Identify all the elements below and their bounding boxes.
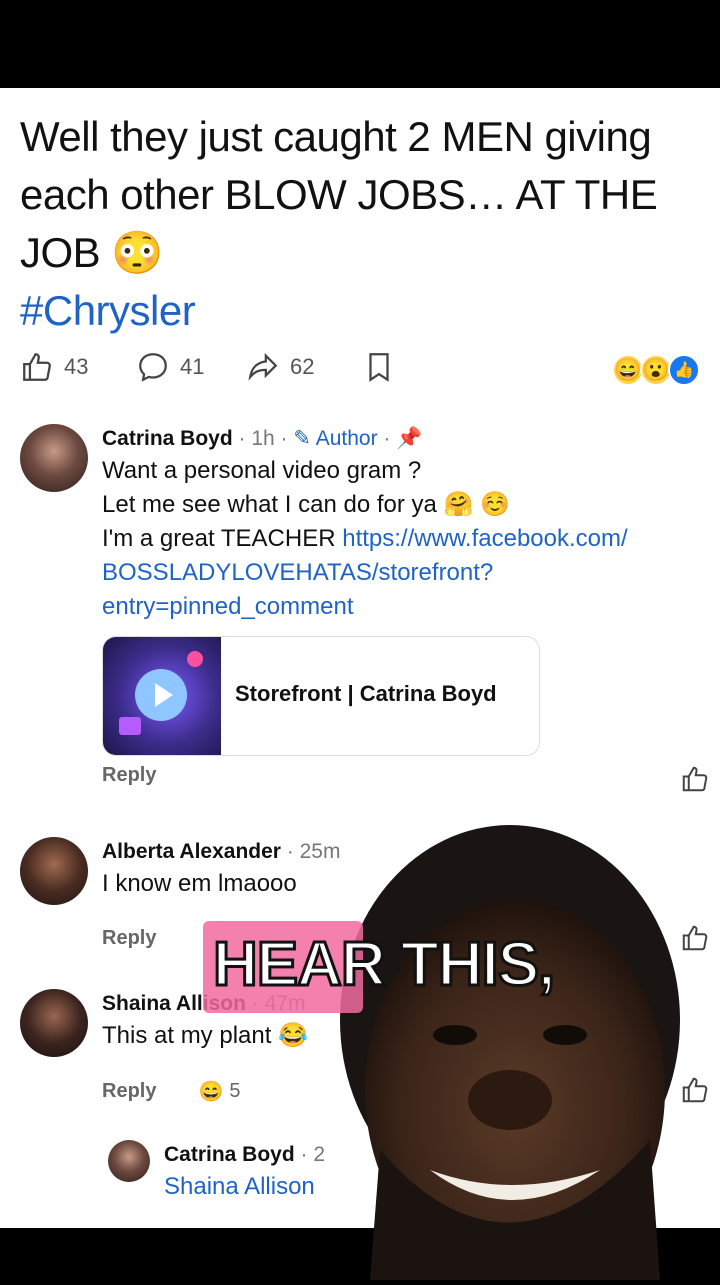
laugh-reaction-icon: 😄: [198, 1081, 224, 1103]
comment-icon: [139, 353, 167, 382]
comment-meta: Catrina Boyd · 1h · ✎ Author · 📌: [102, 427, 423, 450]
comment-time: 1h: [251, 427, 275, 450]
comment-footer: Reply 😄 5: [102, 1079, 241, 1104]
comment-button[interactable]: 41: [136, 350, 204, 384]
storefront-link[interactable]: https://www.facebook.com/: [342, 525, 627, 552]
avatar[interactable]: [20, 424, 88, 492]
reply-button[interactable]: Reply: [102, 927, 156, 950]
post-title: Well they just caught 2 MEN giving each …: [20, 108, 710, 340]
comment-line: Let me see what I can do for ya 🤗 ☺️: [102, 491, 510, 518]
top-black-bar: [0, 0, 720, 88]
like-button[interactable]: 43: [20, 350, 88, 384]
comment-like-icon[interactable]: [680, 764, 710, 794]
comment-body: Catrina Boyd · 1h · ✎ Author · 📌 Want a …: [102, 424, 710, 786]
storefront-link-cont[interactable]: BOSSLADYLOVEHATAS/storefront?: [102, 556, 710, 590]
save-button[interactable]: [362, 350, 396, 384]
reply-button[interactable]: Reply: [102, 1080, 156, 1103]
pencil-icon: ✎: [293, 427, 311, 450]
pin-icon: 📌: [396, 427, 423, 450]
comment-line-text: I'm a great TEACHER: [102, 525, 343, 552]
action-bar: 43 41 62 😄 😮 👍: [20, 346, 710, 392]
comment-author[interactable]: Catrina Boyd: [102, 427, 233, 450]
storefront-link-cont[interactable]: entry=pinned_comment: [102, 590, 710, 624]
link-preview-thumbnail: [103, 637, 221, 755]
share-button[interactable]: 62: [246, 350, 314, 384]
post-text: Well they just caught 2 MEN giving each …: [20, 113, 658, 276]
thumbs-up-icon: [23, 353, 51, 381]
video-caption: HEAR THIS,: [203, 921, 557, 1013]
video-overlay: [320, 820, 720, 1280]
comment-line: I'm a great TEACHER https://www.facebook…: [102, 522, 710, 556]
like-count: 43: [64, 354, 89, 379]
author-badge: Author: [315, 427, 378, 450]
comment-author[interactable]: Catrina Boyd: [164, 1143, 295, 1166]
share-count: 62: [290, 354, 315, 379]
play-bubble-icon: [119, 651, 203, 735]
avatar[interactable]: [108, 1140, 150, 1182]
reaction-count[interactable]: 5: [229, 1080, 240, 1103]
link-preview-card[interactable]: Storefront | Catrina Boyd: [102, 636, 540, 756]
share-arrow-icon: [248, 352, 278, 381]
link-preview-title: Storefront | Catrina Boyd: [235, 681, 497, 706]
bookmark-icon: [369, 353, 389, 382]
avatar[interactable]: [20, 989, 88, 1057]
hashtag-link[interactable]: #Chrysler: [20, 282, 710, 340]
comment-count: 41: [180, 354, 205, 379]
caption-text: HEAR THIS,: [211, 929, 556, 1001]
avatar[interactable]: [20, 837, 88, 905]
reply-button[interactable]: Reply: [102, 764, 156, 787]
comment-author[interactable]: Alberta Alexander: [102, 840, 281, 863]
person-face-video: [340, 825, 680, 1280]
reaction-summary[interactable]: 😄 😮 👍: [612, 354, 700, 386]
comment-line: Want a personal video gram ?: [102, 457, 422, 484]
like-reaction-icon: 👍: [668, 354, 700, 386]
comment-item: Catrina Boyd · 1h · ✎ Author · 📌 Want a …: [20, 424, 710, 794]
